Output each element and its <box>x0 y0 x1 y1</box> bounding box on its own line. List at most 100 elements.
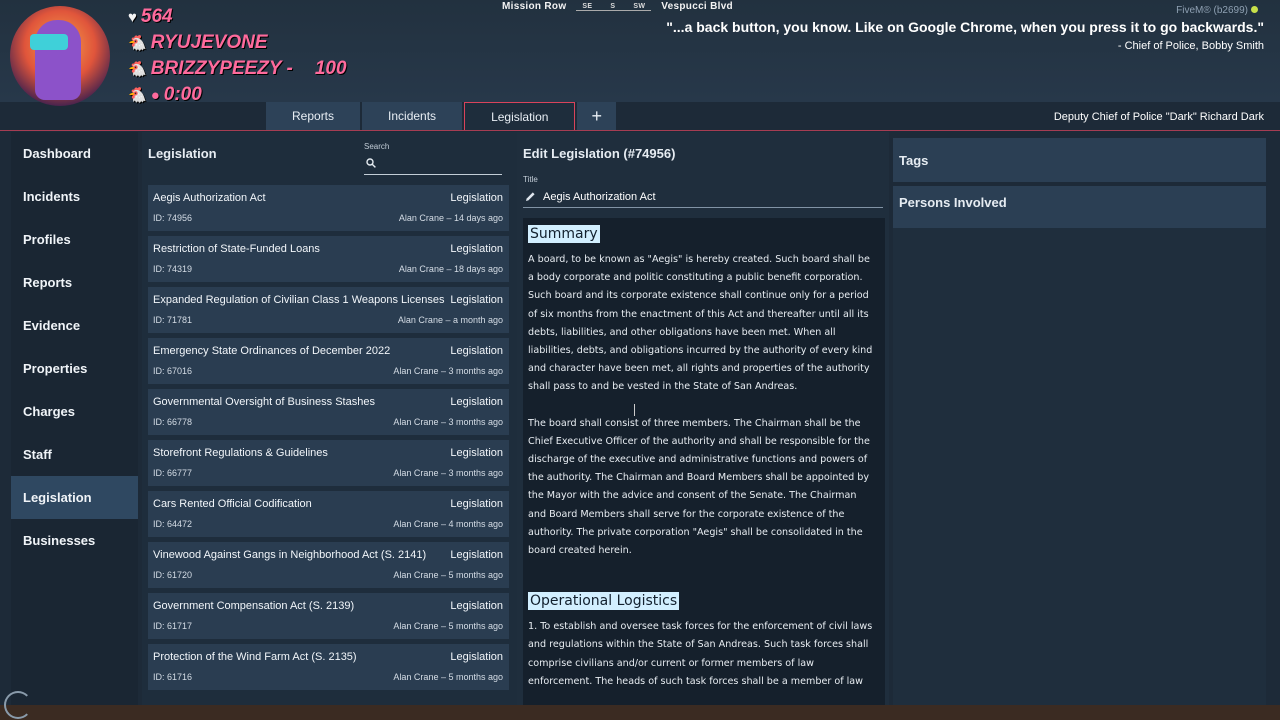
stat-text: BRIZZYPEEZY - <box>150 58 293 79</box>
chicken-icon: 🐔 <box>128 87 147 104</box>
add-tab-button[interactable]: + <box>577 102 616 130</box>
item-title: Restriction of State-Funded Loans <box>153 243 320 255</box>
search-icon <box>366 158 376 168</box>
title-label: Title <box>523 175 538 184</box>
sidebar-item-charges[interactable]: Charges <box>11 390 138 433</box>
sidebar-item-incidents[interactable]: Incidents <box>11 175 138 218</box>
summary-paragraph-1: A board, to be known as "Aegis" is hereb… <box>528 254 873 393</box>
divider <box>0 130 1280 131</box>
list-item[interactable]: Emergency State Ordinances of December 2… <box>148 338 509 384</box>
compass: SE S SW <box>576 2 652 11</box>
tags-label: Tags <box>899 153 929 168</box>
persons-involved-section[interactable]: Persons Involved <box>893 186 1266 228</box>
loading-spinner-icon <box>4 691 32 719</box>
title-field <box>523 187 883 208</box>
tab-legislation[interactable]: Legislation <box>464 102 576 130</box>
server-label: FiveM® (b2699) <box>1176 5 1248 16</box>
avatar-face <box>35 20 81 100</box>
stat-extra: 100 <box>314 58 347 79</box>
sidebar-item-reports[interactable]: Reports <box>11 261 138 304</box>
item-type: Legislation <box>450 294 503 306</box>
stat-text: 0:00 <box>163 84 202 105</box>
search-label: Search <box>364 142 390 151</box>
item-id: ID: 61716 <box>153 672 193 682</box>
list-item[interactable]: Vinewood Against Gangs in Neighborhood A… <box>148 542 509 588</box>
item-title: Government Compensation Act (S. 2139) <box>153 600 355 612</box>
list-item[interactable]: Expanded Regulation of Civilian Class 1 … <box>148 287 509 333</box>
sidebar-item-profiles[interactable]: Profiles <box>11 218 138 261</box>
title-input[interactable] <box>541 188 875 206</box>
right-panel-body <box>893 228 1266 705</box>
compass-sw: SW <box>633 2 646 10</box>
item-meta: Alan Crane – 3 months ago <box>393 468 503 478</box>
list-item[interactable]: Government Compensation Act (S. 2139) Le… <box>148 593 509 639</box>
item-id: ID: 66778 <box>153 417 193 427</box>
street-right: Vespucci Blvd <box>661 1 733 12</box>
compass-se: SE <box>582 2 593 10</box>
pencil-icon <box>526 192 535 201</box>
tab-bar: Reports Incidents Legislation + <box>266 102 616 130</box>
item-meta: Alan Crane – 14 days ago <box>398 213 503 223</box>
item-meta: Alan Crane – 18 days ago <box>398 264 503 274</box>
item-type: Legislation <box>450 651 503 663</box>
quote-author: - Chief of Police, Bobby Smith <box>1117 40 1264 52</box>
chicken-icon: 🐔 <box>128 61 147 78</box>
sidebar-item-dashboard[interactable]: Dashboard <box>11 132 138 175</box>
item-id: ID: 67016 <box>153 366 193 376</box>
item-id: ID: 66777 <box>153 468 193 478</box>
item-meta: Alan Crane – 3 months ago <box>393 417 503 427</box>
list-item[interactable]: Governmental Oversight of Business Stash… <box>148 389 509 435</box>
item-meta: Alan Crane – 5 months ago <box>393 672 503 682</box>
tags-section[interactable]: Tags <box>893 138 1266 182</box>
legislation-list-panel: Legislation Search Aegis Authorization A… <box>142 132 517 705</box>
document-body[interactable]: Summary A board, to be known as "Aegis" … <box>523 218 885 705</box>
item-meta: Alan Crane – 3 months ago <box>393 366 503 376</box>
heart-icon: ♥ <box>128 8 137 26</box>
stat-line-1: ♥ 564 <box>128 6 173 28</box>
stat-line-4: 🐔 ● 0:00 <box>128 84 202 106</box>
item-meta: Alan Crane – 5 months ago <box>393 621 503 631</box>
server-badge: FiveM® (b2699) <box>1176 5 1258 16</box>
item-id: ID: 74319 <box>153 264 193 274</box>
item-title: Protection of the Wind Farm Act (S. 2135… <box>153 651 357 663</box>
item-title: Vinewood Against Gangs in Neighborhood A… <box>153 549 427 561</box>
list-item[interactable]: Aegis Authorization Act Legislation ID: … <box>148 185 509 231</box>
search-input[interactable] <box>382 156 501 173</box>
quote-text: "...a back button, you know. Like on Goo… <box>666 19 1264 35</box>
item-meta: Alan Crane – a month ago <box>397 315 503 325</box>
game-background <box>0 705 1280 720</box>
sidebar-item-staff[interactable]: Staff <box>11 433 138 476</box>
item-title: Emergency State Ordinances of December 2… <box>153 345 391 357</box>
item-type: Legislation <box>450 600 503 612</box>
summary-heading: Summary <box>528 225 600 243</box>
item-title: Aegis Authorization Act <box>153 192 266 204</box>
sidebar-item-legislation[interactable]: Legislation <box>11 476 138 519</box>
item-type: Legislation <box>450 549 503 561</box>
persons-involved-label: Persons Involved <box>899 195 1007 210</box>
avatar <box>10 6 110 106</box>
tab-reports[interactable]: Reports <box>266 102 361 130</box>
sunglasses-icon <box>30 34 68 50</box>
list-item[interactable]: Protection of the Wind Farm Act (S. 2135… <box>148 644 509 690</box>
list-item[interactable]: Storefront Regulations & Guidelines Legi… <box>148 440 509 486</box>
summary-paragraph-2: The board shall consist of three members… <box>528 417 870 557</box>
stat-text: 564 <box>140 6 173 27</box>
item-type: Legislation <box>450 396 503 408</box>
sidebar: Dashboard Incidents Profiles Reports Evi… <box>11 132 138 705</box>
item-type: Legislation <box>450 192 503 204</box>
list-item[interactable]: Restriction of State-Funded Loans Legisl… <box>148 236 509 282</box>
sidebar-item-properties[interactable]: Properties <box>11 347 138 390</box>
list-item[interactable]: Cars Rented Official Codification Legisl… <box>148 491 509 537</box>
street-left: Mission Row <box>502 1 567 12</box>
stat-line-3: 🐔 BRIZZYPEEZY - 100 <box>128 58 347 80</box>
officer-name: Deputy Chief of Police "Dark" Richard Da… <box>1053 111 1264 123</box>
item-type: Legislation <box>450 243 503 255</box>
sidebar-item-businesses[interactable]: Businesses <box>11 519 138 562</box>
tab-incidents[interactable]: Incidents <box>362 102 463 130</box>
sidebar-item-evidence[interactable]: Evidence <box>11 304 138 347</box>
chicken-icon: 🐔 <box>128 35 147 52</box>
text-cursor-icon <box>634 404 635 416</box>
status-dot-icon <box>1251 6 1258 13</box>
street-indicator: Mission Row SE S SW Vespucci Blvd <box>502 1 733 12</box>
item-id: ID: 64472 <box>153 519 193 529</box>
